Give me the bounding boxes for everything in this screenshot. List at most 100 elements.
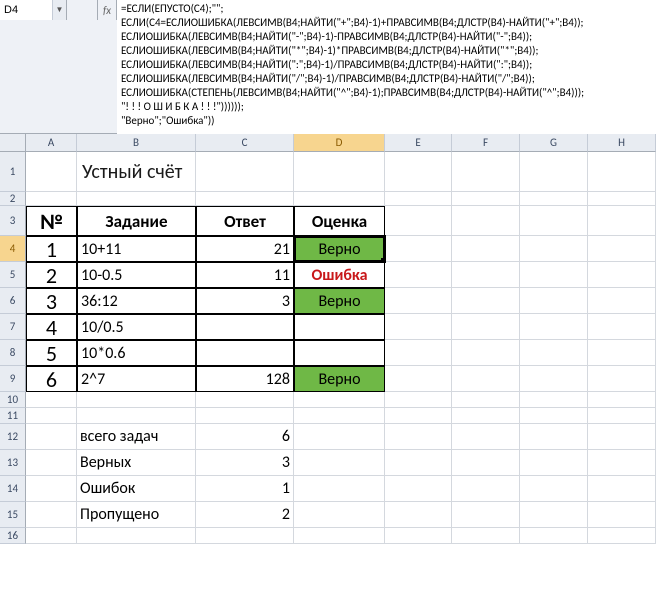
cell-F12[interactable]: [452, 424, 520, 450]
cell-D11[interactable]: [294, 408, 385, 424]
col-header-B[interactable]: B: [77, 134, 196, 152]
row-header-8[interactable]: 8: [0, 340, 26, 366]
cell-C16[interactable]: [196, 528, 294, 544]
header-grade[interactable]: Оценка: [294, 206, 385, 236]
cell-grade-4[interactable]: [294, 314, 385, 340]
cell-F10[interactable]: [452, 392, 520, 408]
cell-F8[interactable]: [452, 340, 520, 366]
cell-task-2[interactable]: 10-0.5: [77, 262, 196, 288]
cell-E5[interactable]: [385, 262, 452, 288]
cell-D15[interactable]: [294, 502, 385, 528]
row-header-14[interactable]: 14: [0, 476, 26, 502]
cell-E6[interactable]: [385, 288, 452, 314]
row-header-9[interactable]: 9: [0, 366, 26, 392]
cell-G4[interactable]: [520, 236, 588, 262]
cell-H9[interactable]: [588, 366, 656, 392]
cell-A16[interactable]: [26, 528, 77, 544]
cell-task-3[interactable]: 36:12: [77, 288, 196, 314]
cell-H10[interactable]: [588, 392, 656, 408]
cell-E10[interactable]: [385, 392, 452, 408]
cell-H8[interactable]: [588, 340, 656, 366]
cell-C11[interactable]: [196, 408, 294, 424]
cell-B10[interactable]: [77, 392, 196, 408]
cell-H13[interactable]: [588, 450, 656, 476]
cell-grade-6[interactable]: Верно: [294, 366, 385, 392]
cell-answer-6[interactable]: 128: [196, 366, 294, 392]
cell-answer-5[interactable]: [196, 340, 294, 366]
cell-D16[interactable]: [294, 528, 385, 544]
cell-A1[interactable]: [26, 152, 77, 192]
row-header-10[interactable]: 10: [0, 392, 26, 408]
row-header-11[interactable]: 11: [0, 408, 26, 424]
col-header-E[interactable]: E: [385, 134, 452, 152]
cell-A11[interactable]: [26, 408, 77, 424]
header-answer[interactable]: Ответ: [196, 206, 294, 236]
cell-H12[interactable]: [588, 424, 656, 450]
cell-answer-4[interactable]: [196, 314, 294, 340]
cell-E2[interactable]: [385, 192, 452, 206]
col-header-A[interactable]: A: [26, 134, 77, 152]
cell-E4[interactable]: [385, 236, 452, 262]
cell-num-6[interactable]: 6: [26, 366, 77, 392]
cell-A15[interactable]: [26, 502, 77, 528]
header-task[interactable]: Задание: [77, 206, 196, 236]
cell-H16[interactable]: [588, 528, 656, 544]
cell-D1[interactable]: [294, 152, 385, 192]
cell-grade-3[interactable]: Верно: [294, 288, 385, 314]
cell-B1[interactable]: Устный счёт: [77, 152, 196, 192]
cell-num-4[interactable]: 4: [26, 314, 77, 340]
row-header-13[interactable]: 13: [0, 450, 26, 476]
cell-H7[interactable]: [588, 314, 656, 340]
summary-skipped-value[interactable]: 2: [196, 502, 294, 528]
cell-E9[interactable]: [385, 366, 452, 392]
cell-E3[interactable]: [385, 206, 452, 236]
name-box-dropdown[interactable]: ▼: [52, 0, 66, 20]
cell-G10[interactable]: [520, 392, 588, 408]
cell-H1[interactable]: [588, 152, 656, 192]
cell-H2[interactable]: [588, 192, 656, 206]
cell-task-5[interactable]: 10*0.6: [77, 340, 196, 366]
header-num[interactable]: №: [26, 206, 77, 236]
cell-E1[interactable]: [385, 152, 452, 192]
cell-H15[interactable]: [588, 502, 656, 528]
cell-F5[interactable]: [452, 262, 520, 288]
cell-task-4[interactable]: 10/0.5: [77, 314, 196, 340]
cell-C10[interactable]: [196, 392, 294, 408]
cell-G16[interactable]: [520, 528, 588, 544]
col-header-F[interactable]: F: [452, 134, 520, 152]
cell-H6[interactable]: [588, 288, 656, 314]
summary-total-value[interactable]: 6: [196, 424, 294, 450]
cell-F2[interactable]: [452, 192, 520, 206]
fill-handle[interactable]: [381, 258, 385, 262]
cell-E14[interactable]: [385, 476, 452, 502]
fx-button[interactable]: fx: [97, 0, 117, 20]
cell-grade-5[interactable]: [294, 340, 385, 366]
cell-E15[interactable]: [385, 502, 452, 528]
cell-answer-1[interactable]: 21: [196, 236, 294, 262]
cell-G7[interactable]: [520, 314, 588, 340]
cell-G15[interactable]: [520, 502, 588, 528]
summary-correct-value[interactable]: 3: [196, 450, 294, 476]
col-header-D[interactable]: D: [294, 134, 385, 152]
summary-errors-value[interactable]: 1: [196, 476, 294, 502]
cell-A10[interactable]: [26, 392, 77, 408]
cell-F6[interactable]: [452, 288, 520, 314]
cell-num-3[interactable]: 3: [26, 288, 77, 314]
cell-H14[interactable]: [588, 476, 656, 502]
cell-F4[interactable]: [452, 236, 520, 262]
cell-D13[interactable]: [294, 450, 385, 476]
spreadsheet-grid[interactable]: A B C D E F G H 1 Устный счёт 2 3 № Зада…: [0, 134, 659, 544]
summary-skipped-label[interactable]: Пропущено: [77, 502, 196, 528]
col-header-G[interactable]: G: [520, 134, 588, 152]
col-header-H[interactable]: H: [588, 134, 656, 152]
cell-grade-2[interactable]: Ошибка: [294, 262, 385, 288]
cell-F11[interactable]: [452, 408, 520, 424]
row-header-1[interactable]: 1: [0, 152, 26, 192]
cell-G1[interactable]: [520, 152, 588, 192]
cell-H5[interactable]: [588, 262, 656, 288]
row-header-2[interactable]: 2: [0, 192, 26, 206]
cell-H4[interactable]: [588, 236, 656, 262]
row-header-15[interactable]: 15: [0, 502, 26, 528]
cell-answer-3[interactable]: 3: [196, 288, 294, 314]
cell-C2[interactable]: [196, 192, 294, 206]
